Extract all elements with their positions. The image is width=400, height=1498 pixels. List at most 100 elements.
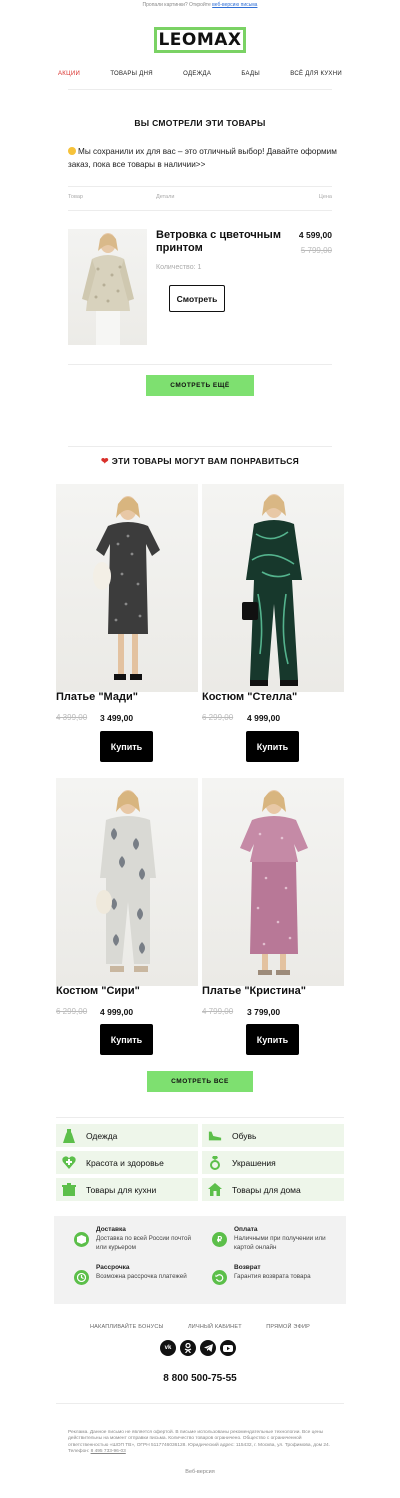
footer-link-bonuses[interactable]: НАКАПЛИВАЙТЕ БОНУСЫ: [90, 1324, 164, 1330]
nav-item-deals[interactable]: ТОВАРЫ ДНЯ: [110, 71, 153, 77]
footer-link-live[interactable]: ПРЯМОЙ ЭФИР: [266, 1324, 310, 1330]
category-label: Украшения: [232, 1157, 276, 1168]
smile-hearts-emoji-icon: [68, 147, 76, 155]
benefit-text: Доставка по всей России почтой или курье…: [96, 1235, 192, 1251]
product-old-price-kristina: 4 799,00: [202, 1007, 234, 1016]
ok-icon[interactable]: [180, 1340, 196, 1356]
header-price: Цена: [318, 194, 332, 200]
category-shoes[interactable]: Обувь: [202, 1124, 344, 1147]
preheader: Пропали картинки? Откройте веб-версию пи…: [0, 2, 400, 8]
category-label: Товары для дома: [232, 1184, 301, 1195]
legal-phone-link[interactable]: 8 495 733-96-03: [91, 1449, 126, 1454]
product-name-stella[interactable]: Костюм "Стелла": [202, 691, 297, 703]
divider: [68, 186, 332, 187]
benefit-delivery: Доставка Доставка по всей России почтой и…: [74, 1226, 196, 1252]
heart-plus-icon: [62, 1156, 76, 1170]
youtube-icon[interactable]: [220, 1340, 236, 1356]
viewed-title: ВЫ СМОТРЕЛИ ЭТИ ТОВАРЫ: [134, 118, 266, 128]
top-nav: АКЦИИ ТОВАРЫ ДНЯ ОДЕЖДА БАДЫ ВСЁ ДЛЯ КУХ…: [58, 71, 342, 77]
benefits-block: Доставка Доставка по всей России почтой и…: [54, 1216, 346, 1304]
category-beauty[interactable]: Красота и здоровье: [56, 1151, 198, 1174]
category-home[interactable]: Товары для дома: [202, 1178, 344, 1201]
viewed-intro-text: Мы сохранили их для вас – это отличный в…: [68, 147, 337, 169]
web-version-footer-link[interactable]: Веб-версия: [0, 1469, 400, 1475]
legal-text: Реклама. Данное письмо не является оферт…: [68, 1430, 334, 1455]
benefit-installments: Рассрочка Возможна рассрочка платежей: [74, 1264, 196, 1285]
benefit-text: Возможна рассрочка платежей: [96, 1273, 187, 1280]
pot-icon: [62, 1183, 76, 1197]
ring-icon: [208, 1155, 222, 1170]
category-label: Товары для кухни: [86, 1184, 157, 1195]
see-all-button[interactable]: СМОТРЕТЬ ВСЕ: [147, 1071, 253, 1092]
benefit-title: Оплата: [234, 1226, 258, 1233]
category-label: Красота и здоровье: [86, 1157, 164, 1168]
product-old-price-stella: 6 299,00: [202, 713, 234, 722]
benefit-title: Рассрочка: [96, 1264, 130, 1271]
nav-item-kitchen[interactable]: ВСЁ ДЛЯ КУХНИ: [290, 71, 342, 77]
product-image-windbreaker[interactable]: [68, 229, 147, 345]
product-price-stella: 4 999,00: [247, 713, 281, 723]
web-version-link[interactable]: веб-версию письма: [212, 2, 257, 8]
vk-icon[interactable]: vk: [160, 1340, 176, 1356]
product-image-kristina-dress[interactable]: [202, 778, 344, 986]
divider: [68, 446, 332, 447]
category-jewelry[interactable]: Украшения: [202, 1151, 344, 1174]
dress-icon: [62, 1128, 76, 1143]
benefit-payment: ₽ Оплата Наличными при получении или карт…: [212, 1226, 334, 1252]
product-old-price-siri: 6 299,00: [56, 1007, 88, 1016]
view-product-button[interactable]: Смотреть: [169, 285, 225, 312]
product-name-siri[interactable]: Костюм "Сири": [56, 985, 140, 997]
buy-button-kristina[interactable]: Купить: [246, 1024, 299, 1055]
nav-item-clothes[interactable]: ОДЕЖДА: [183, 71, 211, 77]
header-details: Детали: [156, 194, 175, 200]
product-image-stella-suit[interactable]: [202, 484, 344, 692]
divider: [56, 1403, 344, 1404]
viewed-product-name[interactable]: Ветровка с цветочным принтом: [156, 229, 286, 255]
viewed-intro: Мы сохранили их для вас – это отличный в…: [68, 146, 338, 171]
category-kitchen[interactable]: Товары для кухни: [56, 1178, 198, 1201]
recommend-title: ❤ ЭТИ ТОВАРЫ МОГУТ ВАМ ПОНРАВИТЬСЯ: [0, 456, 400, 467]
benefit-text: Гарантия возврата товара: [234, 1273, 311, 1280]
buy-button-madi[interactable]: Купить: [100, 731, 153, 762]
divider: [68, 364, 332, 365]
benefit-return: Возврат Гарантия возврата товара: [212, 1264, 334, 1285]
category-label: Обувь: [232, 1130, 257, 1141]
nav-item-supplements[interactable]: БАДЫ: [241, 71, 260, 77]
phone-number[interactable]: 8 800 500-75-55: [0, 1373, 400, 1384]
buy-button-stella[interactable]: Купить: [246, 731, 299, 762]
heart-icon: ❤: [100, 456, 109, 466]
product-name-kristina[interactable]: Платье "Кристина": [202, 985, 306, 997]
recommend-title-text: ЭТИ ТОВАРЫ МОГУТ ВАМ ПОНРАВИТЬСЯ: [111, 456, 300, 466]
product-image-madi-dress[interactable]: [56, 484, 198, 692]
social-icons: vk: [160, 1340, 236, 1356]
benefit-title: Доставка: [96, 1226, 126, 1233]
divider: [68, 89, 332, 90]
house-icon: [208, 1183, 222, 1197]
see-more-button[interactable]: СМОТРЕТЬ ЕЩЁ: [146, 375, 254, 396]
benefit-text: Наличными при получении или картой онлай…: [234, 1235, 326, 1251]
viewed-product-price: 4 599,00: [298, 230, 332, 240]
divider: [68, 210, 332, 211]
preheader-text: Пропали картинки? Откройте: [142, 2, 211, 8]
ruble-icon: ₽: [212, 1232, 227, 1247]
product-old-price-madi: 4 399,00: [56, 713, 88, 722]
clock-icon: [74, 1270, 89, 1285]
product-image-siri-suit[interactable]: [56, 778, 198, 986]
category-label: Одежда: [86, 1130, 118, 1141]
header-product: Товар: [68, 194, 83, 200]
return-icon: [212, 1270, 227, 1285]
category-clothes[interactable]: Одежда: [56, 1124, 198, 1147]
viewed-product-old-price: 5 799,00: [300, 246, 332, 255]
product-price-kristina: 3 799,00: [247, 1007, 281, 1017]
footer-link-account[interactable]: ЛИЧНЫЙ КАБИНЕТ: [188, 1324, 242, 1330]
product-name-madi[interactable]: Платье "Мади": [56, 691, 138, 703]
divider: [56, 1117, 344, 1118]
telegram-icon[interactable]: [200, 1340, 216, 1356]
viewed-product-quantity: Количество: 1: [156, 264, 202, 271]
leomax-logo[interactable]: LEOMAX: [154, 27, 246, 53]
box-icon: [74, 1232, 89, 1247]
product-price-siri: 4 999,00: [100, 1007, 134, 1017]
footer-links: НАКАПЛИВАЙТЕ БОНУСЫ ЛИЧНЫЙ КАБИНЕТ ПРЯМО…: [90, 1324, 310, 1330]
buy-button-siri[interactable]: Купить: [100, 1024, 153, 1055]
nav-item-sales[interactable]: АКЦИИ: [58, 71, 80, 77]
